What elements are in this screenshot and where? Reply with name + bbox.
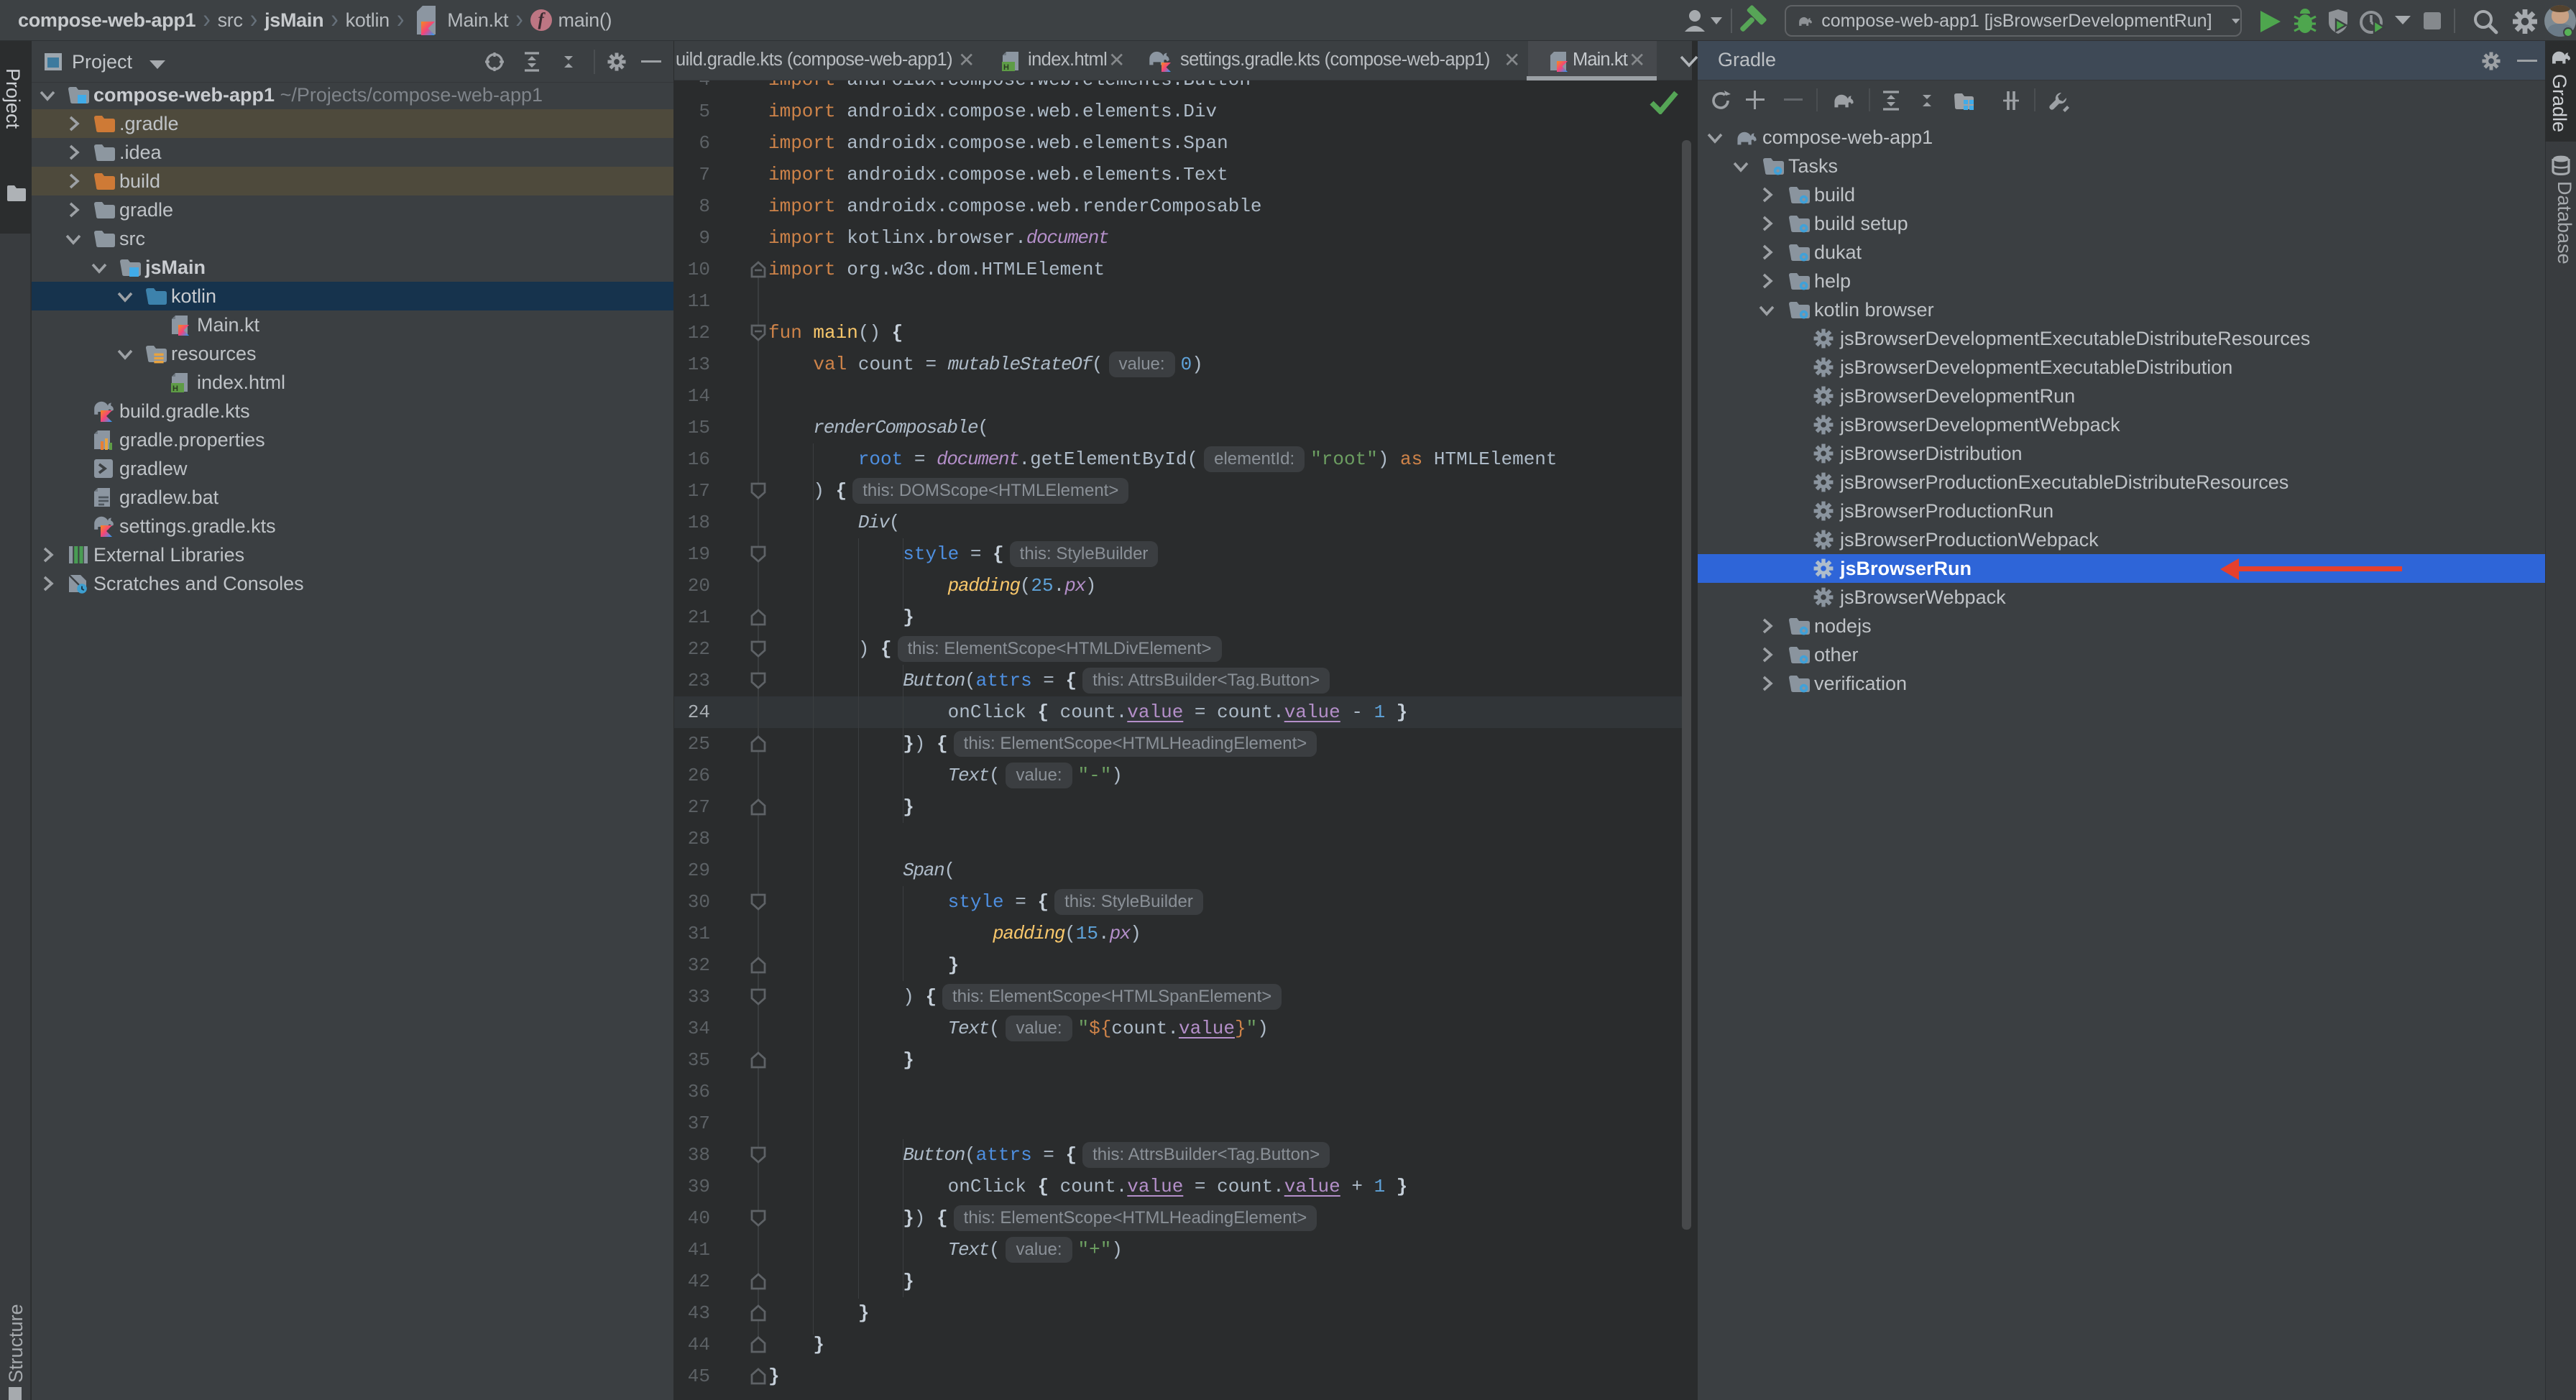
svg-text:H: H: [172, 384, 178, 393]
svg-text:H: H: [1003, 63, 1009, 72]
